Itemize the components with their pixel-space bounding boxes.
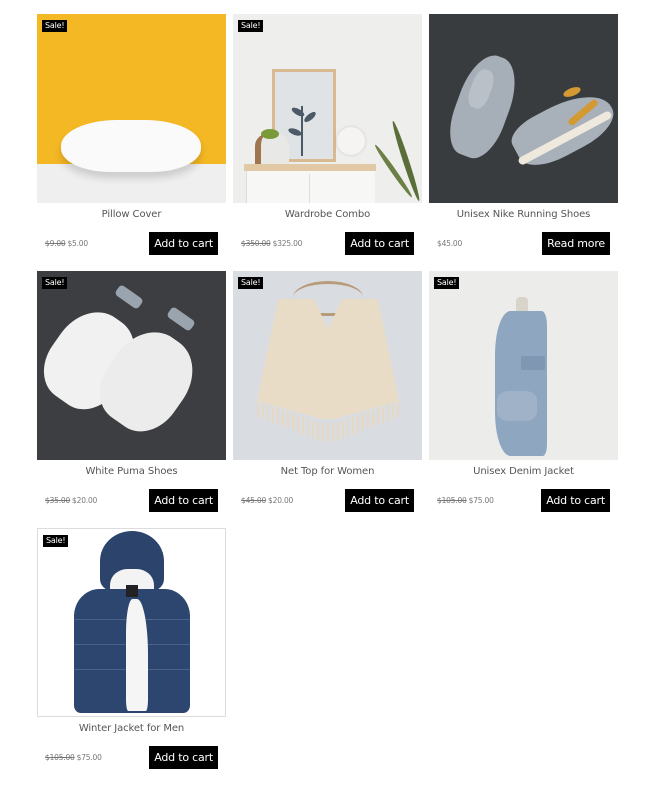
product-title[interactable]: Winter Jacket for Men: [37, 723, 226, 734]
read-more-button[interactable]: Read more: [542, 232, 610, 255]
add-to-cart-button[interactable]: Add to cart: [149, 746, 218, 769]
original-price: $350.00: [241, 239, 271, 248]
regular-price: $45.00: [437, 239, 463, 248]
product-image-unisex-denim-jacket[interactable]: Sale!: [429, 271, 618, 460]
sale-badge: Sale!: [238, 20, 264, 32]
sale-badge: Sale!: [238, 277, 264, 289]
original-price: $45.00: [241, 496, 267, 505]
product-image-winter-jacket-for-men[interactable]: Sale!: [37, 528, 226, 717]
product-card-wardrobe-combo: Sale! Wardrobe Combo $350.00 $325.00 Add …: [233, 14, 422, 264]
sale-price: $325.00: [272, 239, 303, 248]
product-card-unisex-nike-running-shoes: Unisex Nike Running Shoes $45.00 Read mo…: [429, 14, 618, 264]
product-card-white-puma-shoes: Sale! White Puma Shoes $35.00 $20.00 Add …: [37, 271, 226, 521]
add-to-cart-button[interactable]: Add to cart: [345, 232, 414, 255]
add-to-cart-button[interactable]: Add to cart: [541, 489, 610, 512]
product-price: $35.00 $20.00: [45, 496, 97, 505]
product-title[interactable]: Pillow Cover: [37, 209, 226, 220]
sale-price: $75.00: [468, 496, 494, 505]
sale-badge: Sale!: [43, 535, 69, 547]
product-image-net-top-for-women[interactable]: Sale!: [233, 271, 422, 460]
product-card-unisex-denim-jacket: Sale! Unisex Denim Jacket $105.00 $75.00 …: [429, 271, 618, 521]
product-title[interactable]: Unisex Nike Running Shoes: [429, 209, 618, 220]
sale-price: $5.00: [67, 239, 88, 248]
product-title[interactable]: Unisex Denim Jacket: [429, 466, 618, 477]
sale-badge: Sale!: [434, 277, 460, 289]
product-title[interactable]: White Puma Shoes: [37, 466, 226, 477]
product-price: $9.00 $5.00: [45, 239, 88, 248]
product-image-white-puma-shoes[interactable]: Sale!: [37, 271, 226, 460]
add-to-cart-button[interactable]: Add to cart: [149, 489, 218, 512]
sale-badge: Sale!: [42, 20, 68, 32]
product-price: $45.00 $20.00: [241, 496, 293, 505]
original-price: $35.00: [45, 496, 71, 505]
product-image-wardrobe-combo[interactable]: Sale!: [233, 14, 422, 203]
product-title[interactable]: Wardrobe Combo: [233, 209, 422, 220]
product-card-net-top-for-women: Sale! Net Top for Women $45.00 $20.00 Add…: [233, 271, 422, 521]
product-card-winter-jacket-for-men: Sale! Winter Jacket for Men $105.00 $75.0…: [37, 528, 226, 778]
sale-badge: Sale!: [42, 277, 68, 289]
sale-price: $75.00: [76, 753, 102, 762]
add-to-cart-button[interactable]: Add to cart: [345, 489, 414, 512]
sale-price: $20.00: [72, 496, 98, 505]
add-to-cart-button[interactable]: Add to cart: [149, 232, 218, 255]
product-price: $105.00 $75.00: [45, 753, 102, 762]
product-card-pillow-cover: Sale! Pillow Cover $9.00 $5.00 Add to car…: [37, 14, 226, 264]
product-price: $105.00 $75.00: [437, 496, 494, 505]
original-price: $105.00: [437, 496, 467, 505]
product-price: $350.00 $325.00: [241, 239, 302, 248]
original-price: $105.00: [45, 753, 75, 762]
product-title[interactable]: Net Top for Women: [233, 466, 422, 477]
sale-price: $20.00: [268, 496, 294, 505]
product-image-unisex-nike-running-shoes[interactable]: [429, 14, 618, 203]
product-price: $45.00: [437, 239, 462, 248]
original-price: $9.00: [45, 239, 66, 248]
product-image-pillow-cover[interactable]: Sale!: [37, 14, 226, 203]
